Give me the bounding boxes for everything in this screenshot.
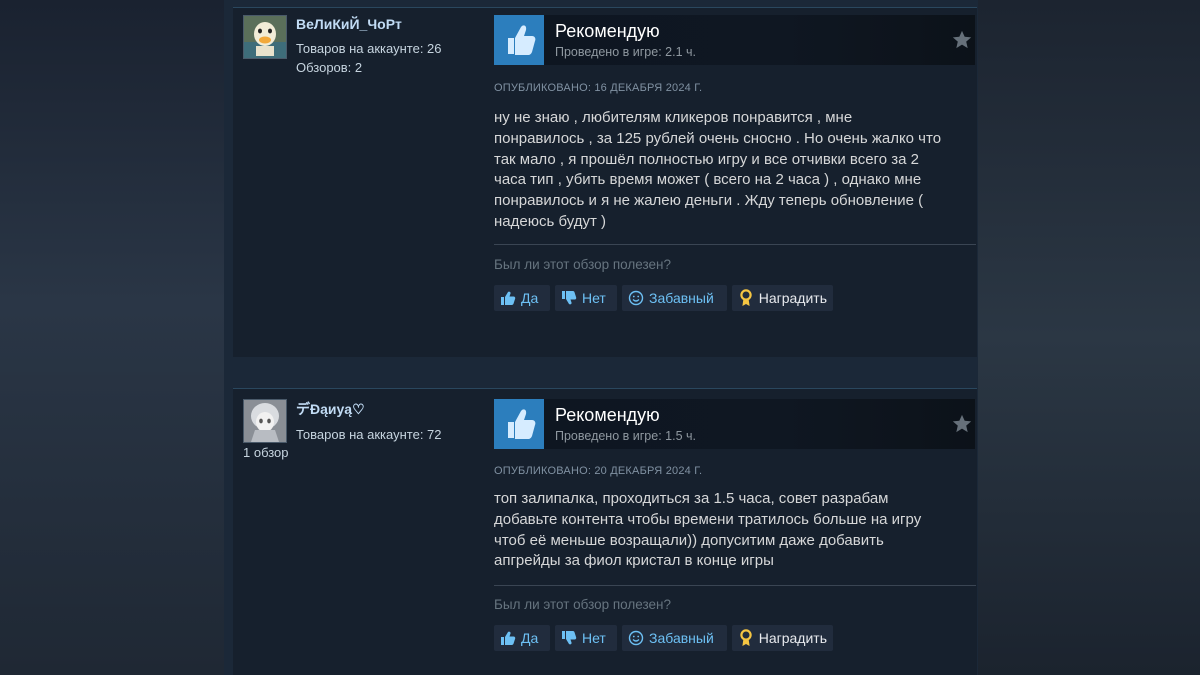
vote-yes-label: Да: [521, 290, 539, 306]
vote-funny-button[interactable]: Забавный: [622, 285, 727, 311]
review-text-line: часа тип , убить время может ( всего на …: [494, 171, 922, 189]
vote-yes-button[interactable]: Да: [494, 625, 550, 651]
vote-no-button[interactable]: Нет: [555, 625, 617, 651]
thumbs-up-icon: [494, 15, 544, 65]
vote-no-label: Нет: [582, 290, 606, 306]
verdict-title: Рекомендую: [555, 405, 660, 425]
review-text-line: чтоб её меньше возращали)) допуситим даж…: [494, 531, 884, 549]
vote-funny-label: Забавный: [649, 630, 714, 646]
helpful-question: Был ли этот обзор полезен?: [494, 257, 671, 272]
products-count[interactable]: Товаров на аккаунте: 72: [296, 427, 442, 442]
award-label: Наградить: [758, 630, 827, 646]
smiley-icon: [627, 629, 645, 647]
vote-header[interactable]: Рекомендую Проведено в игре: 2.1 ч.: [494, 15, 975, 65]
award-button[interactable]: Наградить: [732, 285, 833, 311]
helpful-question: Был ли этот обзор полезен?: [494, 597, 671, 612]
review-text-line: добавьте контента чтобы времени тратилос…: [494, 510, 922, 528]
thumbs-down-icon: [560, 629, 578, 647]
thumbs-up-icon: [499, 289, 517, 307]
verdict-title: Рекомендую: [555, 21, 660, 41]
background-left: [0, 0, 224, 675]
review-top-border: [233, 7, 977, 8]
username[interactable]: デÐąиуą♡: [296, 399, 365, 419]
thumbs-up-icon: [494, 399, 544, 449]
products-count[interactable]: Товаров на аккаунте: 26: [296, 41, 442, 56]
vote-funny-button[interactable]: Забавный: [622, 625, 727, 651]
star-icon[interactable]: [951, 413, 973, 435]
award-label: Наградить: [758, 290, 827, 306]
review-card: ВеЛиКиЙ_ЧоРт Товаров на аккаунте: 26 Обз…: [233, 7, 977, 357]
thumbs-down-icon: [560, 289, 578, 307]
hours-played: Проведено в игре: 2.1 ч.: [555, 45, 696, 59]
review-text-line: так мало , я прошёл полностью игру и все…: [494, 150, 919, 168]
review-text: ну не знаю , любителям кликеров понравит…: [494, 108, 972, 233]
vote-yes-button[interactable]: Да: [494, 285, 550, 311]
avatar[interactable]: [243, 15, 287, 59]
username[interactable]: ВеЛиКиЙ_ЧоРт: [296, 16, 402, 32]
star-icon[interactable]: [951, 29, 973, 51]
divider: [494, 585, 976, 586]
review-text-line: апгрейды за фиол кристал в конце игры: [494, 552, 774, 570]
review-text-line: топ залипалка, проходиться за 1.5 часа, …: [494, 490, 889, 507]
review-text-line: надеюсь будут ): [494, 212, 607, 230]
reviews-count[interactable]: Обзоров: 2: [296, 60, 362, 75]
smiley-icon: [627, 289, 645, 307]
thumbs-up-icon: [499, 629, 517, 647]
posted-date: ОПУБЛИКОВАНО: 16 ДЕКАБРЯ 2024 Г.: [494, 82, 703, 94]
review-text-line: понравилось , за 125 рублей очень сносно…: [494, 129, 942, 147]
hours-played: Проведено в игре: 1.5 ч.: [555, 429, 696, 443]
vote-funny-label: Забавный: [649, 290, 714, 306]
review-text-line: ну не знаю , любителям кликеров понравит…: [494, 109, 853, 126]
review-top-border: [233, 388, 977, 389]
award-ribbon-icon: [737, 629, 755, 647]
review-text-line: понравилось и я не жалею деньги . Жду те…: [494, 192, 924, 210]
background-right: [978, 0, 1200, 675]
award-button[interactable]: Наградить: [732, 625, 833, 651]
avatar[interactable]: [243, 399, 287, 443]
vote-no-button[interactable]: Нет: [555, 285, 617, 311]
reviews-count[interactable]: 1 обзор: [243, 445, 289, 460]
divider: [494, 244, 976, 245]
award-ribbon-icon: [737, 289, 755, 307]
vote-header[interactable]: Рекомендую Проведено в игре: 1.5 ч.: [494, 399, 975, 449]
review-card: デÐąиуą♡ Товаров на аккаунте: 72 1 обзор …: [233, 388, 977, 675]
vote-yes-label: Да: [521, 630, 539, 646]
review-text: топ залипалка, проходиться за 1.5 часа, …: [494, 489, 972, 572]
posted-date: ОПУБЛИКОВАНО: 20 ДЕКАБРЯ 2024 Г.: [494, 465, 703, 477]
vote-no-label: Нет: [582, 630, 606, 646]
